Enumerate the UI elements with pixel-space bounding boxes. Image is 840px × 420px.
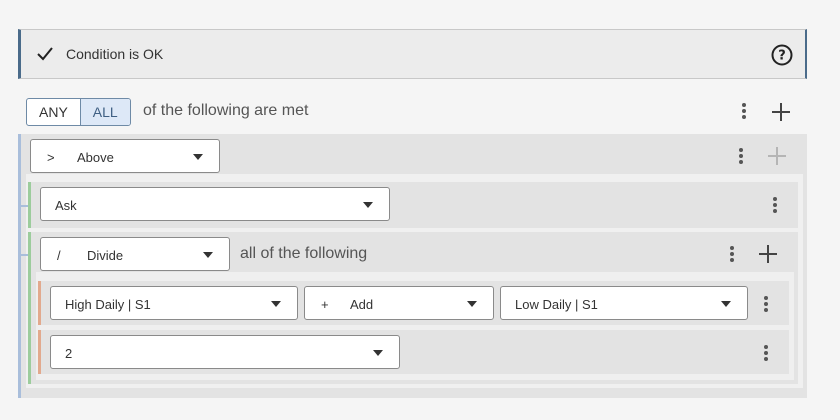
all-toggle-button[interactable]: ALL — [80, 99, 130, 125]
divide-more-menu-icon[interactable] — [726, 244, 738, 264]
condition-status-banner: Condition is OK ? — [18, 29, 807, 79]
operator-symbol: / — [57, 248, 61, 263]
root-more-menu-icon[interactable] — [735, 146, 747, 166]
chevron-down-icon — [467, 301, 477, 307]
constant-value-select[interactable]: 2 — [50, 335, 400, 369]
chevron-down-icon — [363, 202, 373, 208]
status-message: Condition is OK — [66, 46, 164, 62]
operator-symbol: + — [321, 297, 329, 312]
operator-label: Add — [350, 297, 374, 312]
add-operator-select[interactable]: + Add — [304, 286, 494, 320]
check-icon — [37, 47, 53, 61]
chevron-down-icon — [203, 252, 213, 258]
ask-field-select[interactable]: Ask — [40, 187, 390, 221]
tree-connector — [21, 205, 28, 207]
group-more-menu-icon[interactable] — [738, 101, 750, 121]
high-daily-more-menu-icon[interactable] — [760, 294, 772, 314]
any-all-toggle: ANY ALL — [26, 98, 131, 126]
toggle-suffix-text: of the following are met — [143, 102, 309, 119]
group-add-plus-icon[interactable] — [772, 103, 790, 121]
divide-operator-select[interactable]: / Divide — [40, 237, 230, 271]
any-toggle-button[interactable]: ANY — [27, 99, 81, 125]
chevron-down-icon — [373, 350, 383, 356]
chevron-down-icon — [193, 154, 203, 160]
field-label: Ask — [55, 198, 77, 213]
ask-more-menu-icon[interactable] — [769, 195, 781, 215]
divide-add-plus-icon[interactable] — [759, 245, 777, 263]
chevron-down-icon — [721, 301, 731, 307]
low-daily-field-select[interactable]: Low Daily | S1 — [500, 286, 748, 320]
operator-symbol: > — [47, 150, 55, 165]
chevron-down-icon — [271, 301, 281, 307]
tree-connector — [21, 254, 28, 256]
svg-text:?: ? — [778, 49, 786, 64]
field-label: High Daily | S1 — [65, 297, 151, 312]
operator-label: Above — [77, 150, 114, 165]
root-operator-select[interactable]: > Above — [30, 139, 220, 173]
operator-label: Divide — [87, 248, 124, 263]
high-daily-field-select[interactable]: High Daily | S1 — [50, 286, 298, 320]
field-label: Low Daily | S1 — [515, 297, 598, 312]
root-add-plus-icon — [768, 147, 786, 165]
constant-value: 2 — [65, 346, 73, 361]
constant-more-menu-icon[interactable] — [760, 343, 772, 363]
help-circle-icon[interactable]: ? — [771, 44, 793, 66]
divide-suffix-text: all of the following — [240, 245, 368, 262]
